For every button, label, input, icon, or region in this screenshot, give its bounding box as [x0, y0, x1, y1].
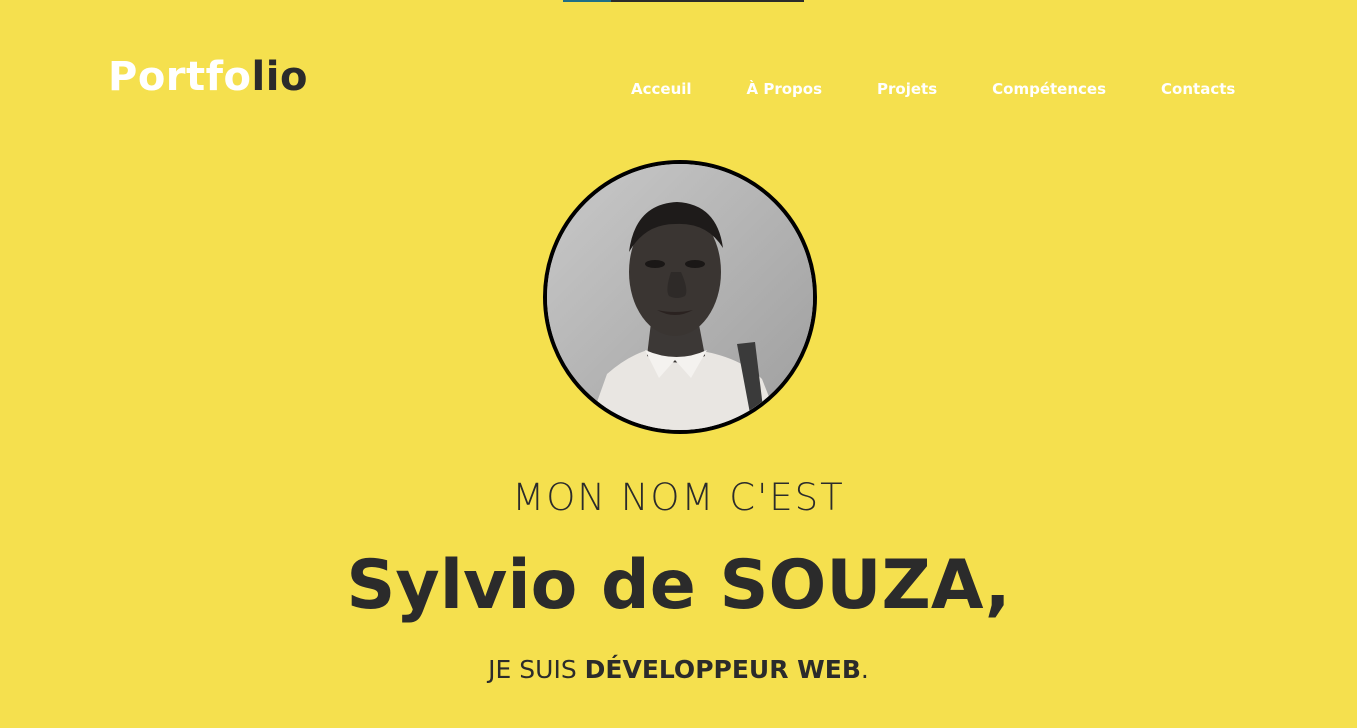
hero-role-strong: DÉVELOPPEUR WEB	[584, 655, 861, 684]
nav-link-a-propos[interactable]: À Propos	[731, 80, 839, 98]
nav-link-contacts[interactable]: Contacts	[1145, 80, 1251, 98]
hero-intro: MON NOM C'EST	[512, 476, 845, 519]
scroll-progress-fill	[563, 0, 612, 2]
profile-photo	[543, 160, 817, 434]
nav-link-acceuil[interactable]: Acceuil	[615, 80, 708, 98]
site-logo[interactable]: Portfolio	[108, 54, 308, 100]
nav-link-competences[interactable]: Compétences	[976, 80, 1122, 98]
hero-role: JE SUIS DÉVELOPPEUR WEB.	[0, 655, 1357, 684]
profile-photo-image	[547, 164, 813, 430]
nav-link-projets[interactable]: Projets	[861, 80, 953, 98]
logo-part-2: lio	[251, 54, 308, 100]
hero-name: Sylvio de SOUZA,	[346, 546, 1011, 625]
main-nav: Acceuil À Propos Projets Compétences Con…	[615, 80, 1251, 98]
logo-part-1: Portfo	[108, 54, 252, 100]
hero-role-suffix: .	[860, 655, 869, 684]
hero-role-prefix: JE SUIS	[488, 655, 585, 684]
scroll-progress-bar	[563, 0, 804, 2]
